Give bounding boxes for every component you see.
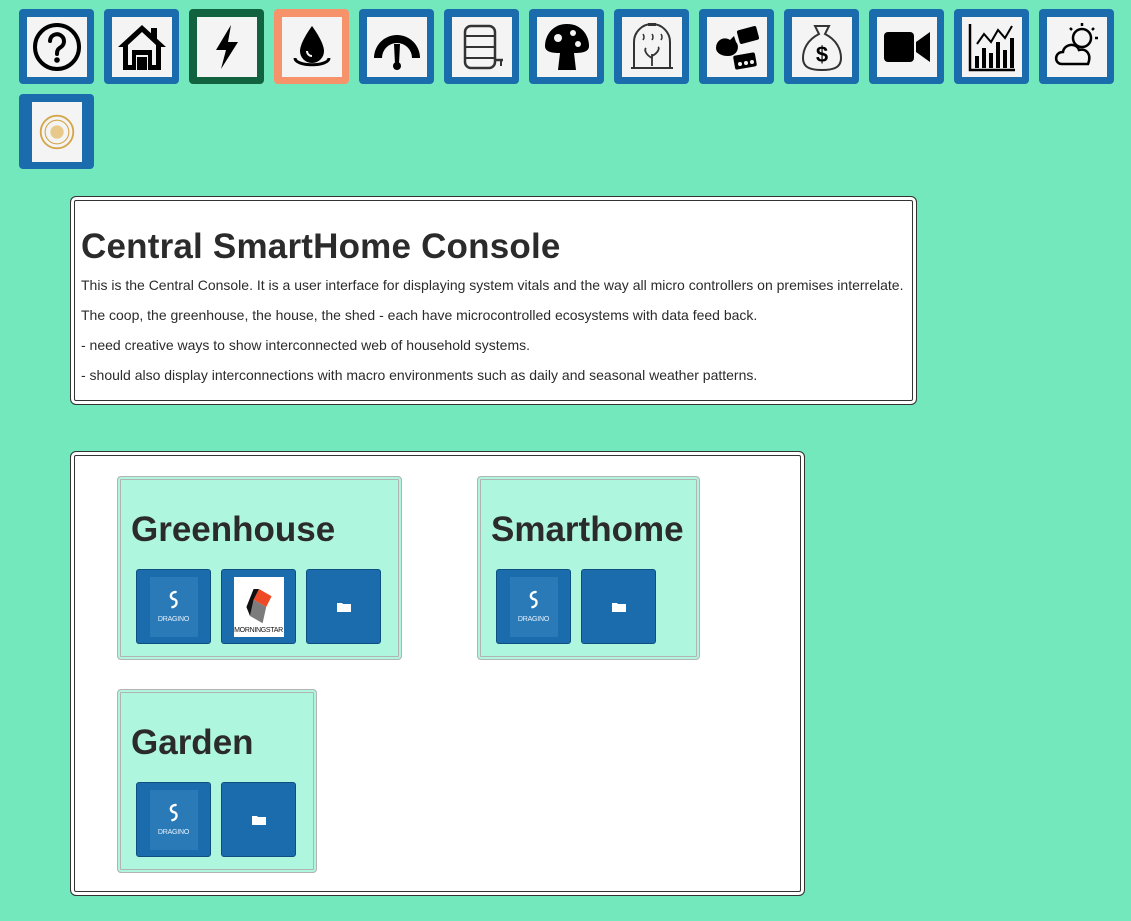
nav-help-button[interactable] [19,9,94,84]
garden-card: Garden DRAGINO [117,689,317,873]
page-title: Central SmartHome Console [81,227,561,266]
nav-video-button[interactable] [869,9,944,84]
power-icon [215,24,238,69]
smarthome-card: Smarthome DRAGINO [477,476,700,660]
nav-analytics-button[interactable] [954,9,1029,84]
garden-dragino-button[interactable]: DRAGINO [136,782,211,857]
nav-water-tank-button[interactable] [444,9,519,84]
dragino-logo-icon: DRAGINO [149,789,198,850]
water-tank-icon [463,24,503,69]
intro-panel: Central SmartHome Console This is the Ce… [70,196,917,405]
mushroom-icon [544,23,589,70]
smarthome-folder-button[interactable] [581,569,656,644]
dragino-label: DRAGINO [157,829,190,836]
help-icon [32,22,81,71]
garden-folder-button[interactable] [221,782,296,857]
nav-home-button[interactable] [104,9,179,84]
intro-paragraph: - need creative ways to show interconnec… [81,337,531,353]
folder-icon [251,815,266,825]
nav-power-button[interactable] [189,9,264,84]
intro-paragraph: This is the Central Console. It is a use… [81,277,904,293]
nav-water-button[interactable] [274,9,349,84]
video-camera-icon [883,31,930,62]
dragino-logo-icon: DRAGINO [509,576,558,637]
folder-icon [336,602,351,612]
analytics-chart-icon [968,23,1015,71]
folder-icon [611,602,626,612]
nav-mushroom-button[interactable] [529,9,604,84]
dragino-label: DRAGINO [157,616,190,623]
garden-title: Garden [131,723,254,762]
greenhouse-morningstar-button[interactable]: MORNINGSTAR [221,569,296,644]
intro-paragraph: The coop, the greenhouse, the house, the… [81,307,758,323]
about-badge-icon [39,114,74,149]
nav-weather-button[interactable] [1039,9,1114,84]
intro-paragraph: - should also display interconnections w… [81,367,758,383]
morningstar-label: MORNINGSTAR [234,626,283,634]
nav-about-button[interactable] [19,94,94,169]
svg-text:$: $ [815,42,827,67]
greenhouse-dragino-button[interactable]: DRAGINO [136,569,211,644]
weather-icon [1054,22,1098,65]
dragino-label: DRAGINO [517,616,550,623]
smarthome-title: Smarthome [491,510,684,549]
systems-panel: Greenhouse DRAGINO MORNINGSTAR Smarthome… [70,451,805,896]
greenhouse-folder-button[interactable] [306,569,381,644]
nav-gauge-button[interactable] [359,9,434,84]
water-icon [293,25,330,66]
greenhouse-title: Greenhouse [131,510,336,549]
nav-money-button[interactable]: $ [784,9,859,84]
gauge-icon [373,34,420,70]
home-icon [117,24,166,70]
chicken-coop-icon [715,25,759,69]
greenhouse-icon [630,22,673,69]
nav-chicken-coop-button[interactable] [699,9,774,84]
greenhouse-card: Greenhouse DRAGINO MORNINGSTAR [117,476,402,660]
dragino-logo-icon: DRAGINO [149,576,198,637]
smarthome-dragino-button[interactable]: DRAGINO [496,569,571,644]
morningstar-logo-icon: MORNINGSTAR [233,576,284,637]
money-bag-icon: $ [801,24,842,71]
nav-greenhouse-button[interactable] [614,9,689,84]
